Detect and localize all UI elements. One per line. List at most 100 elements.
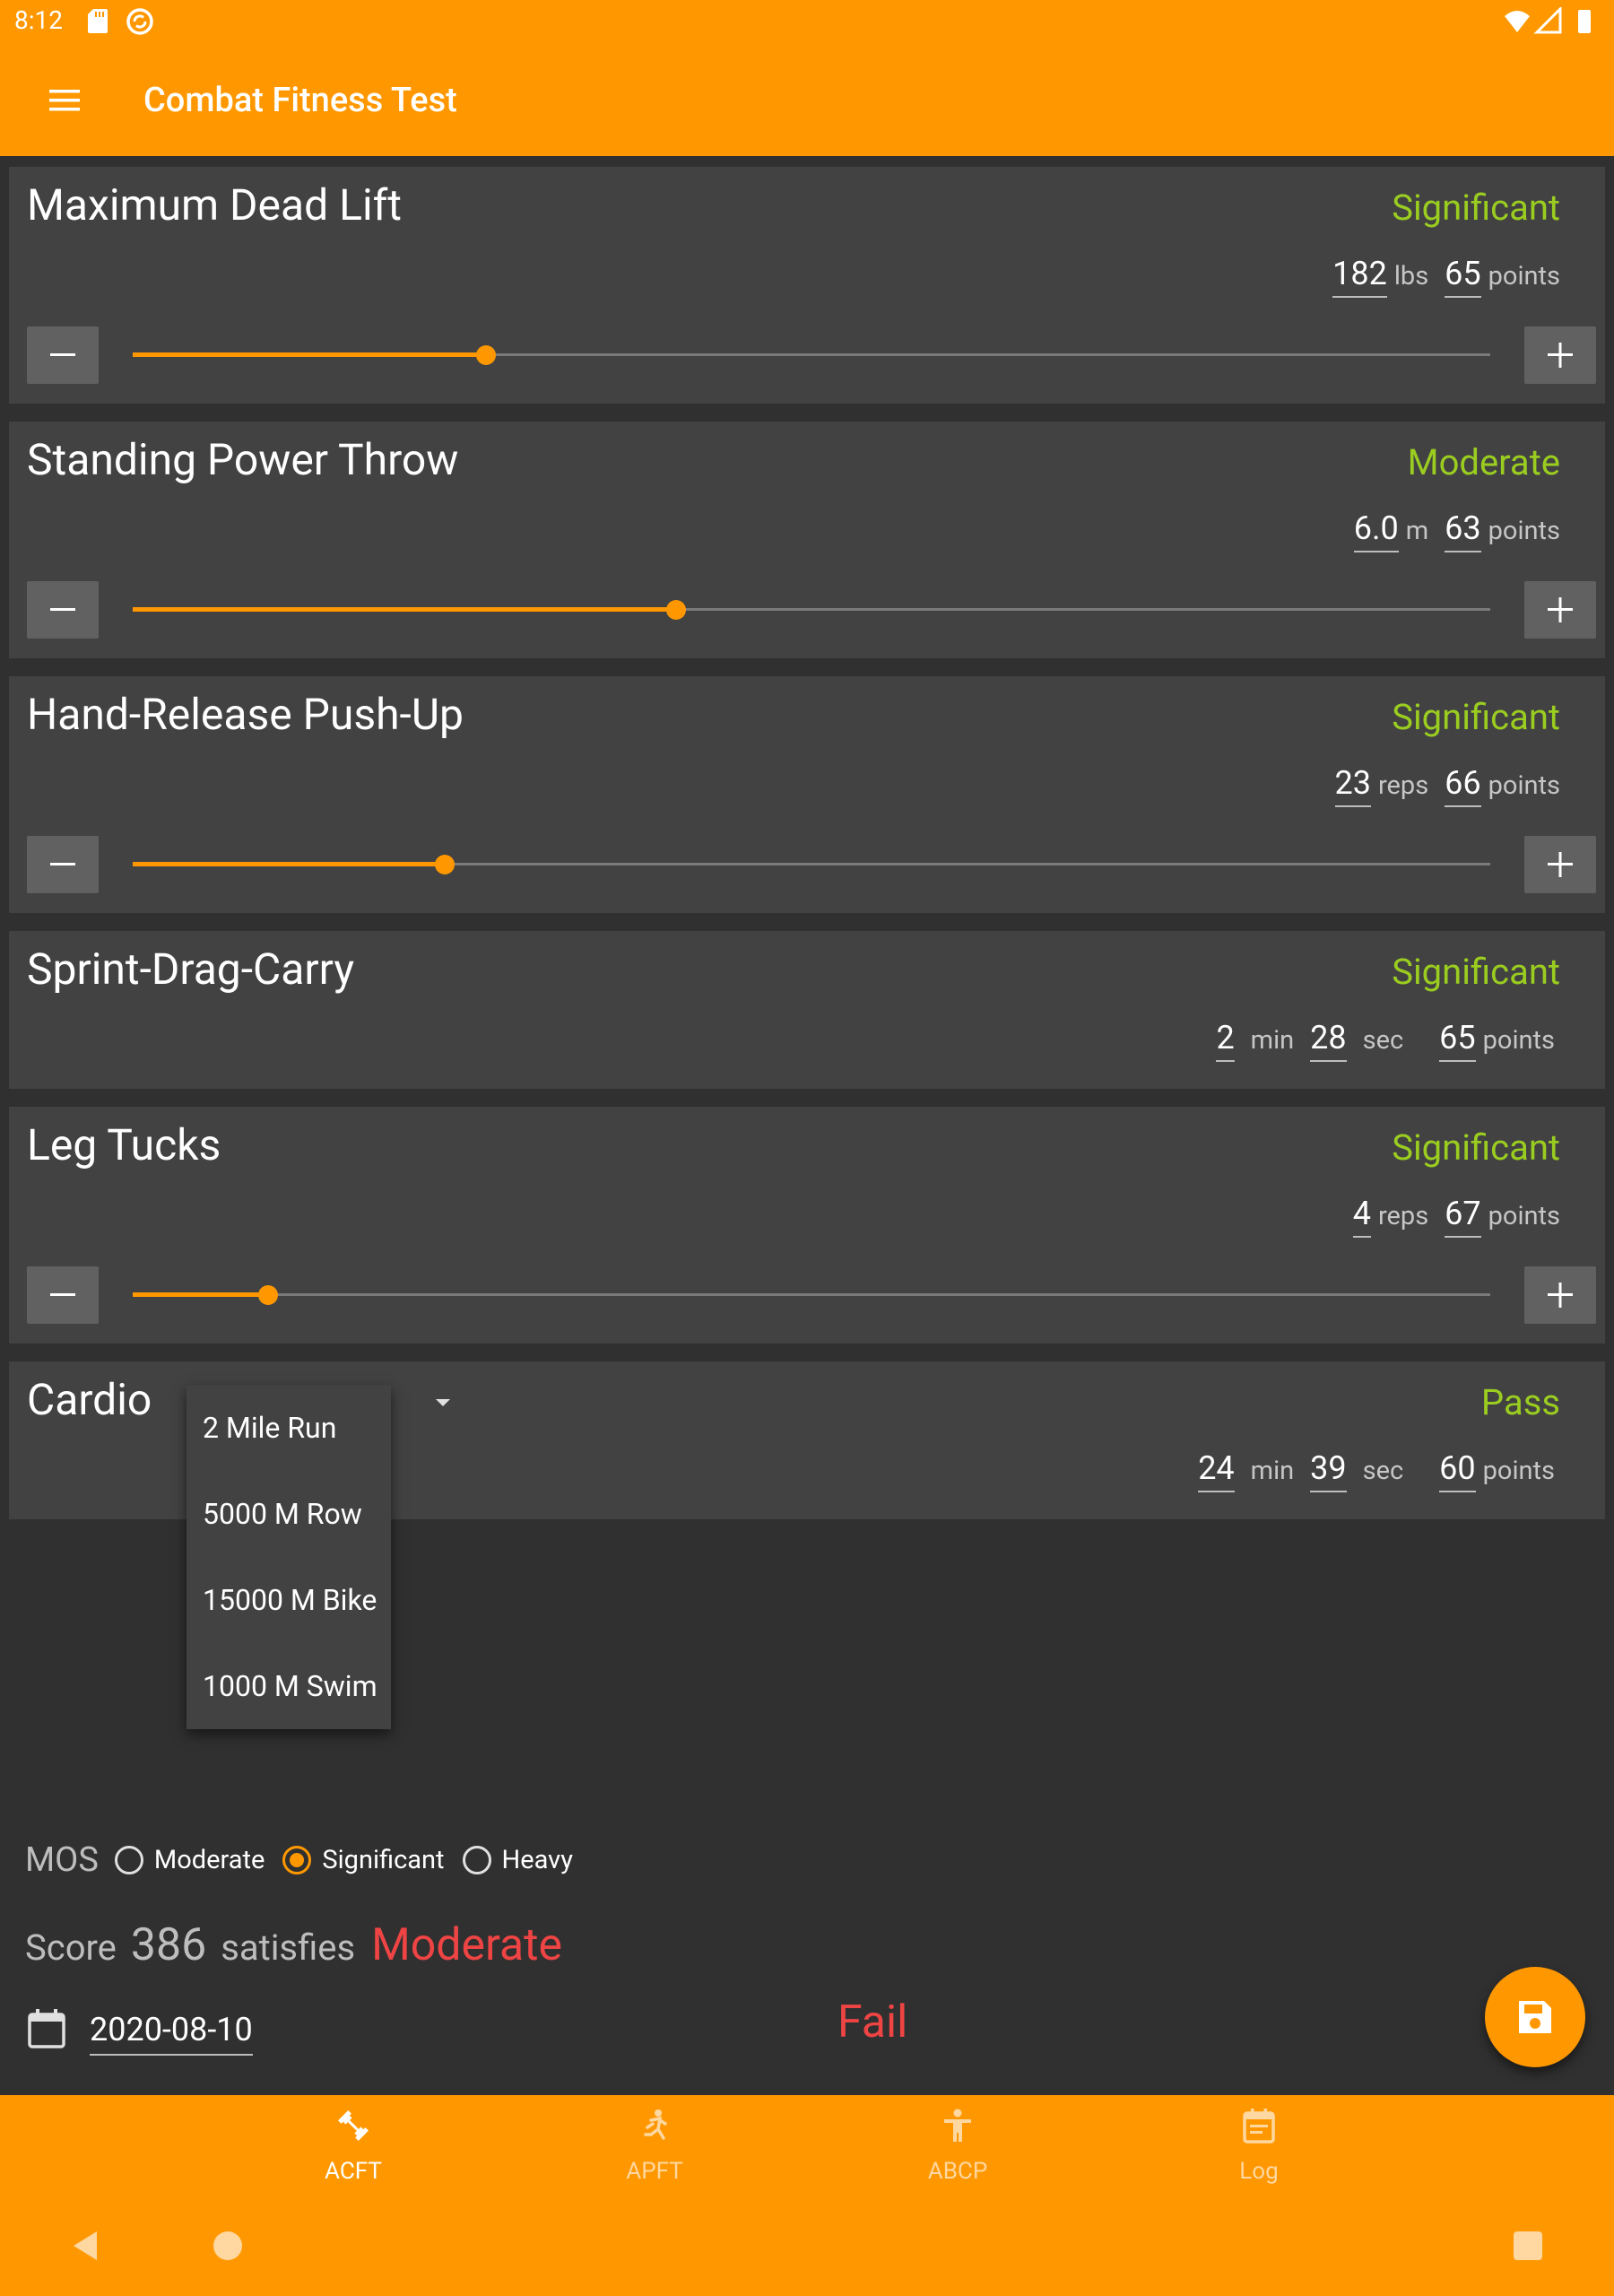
score-summary: Score 386 satisfies Moderate (25, 1919, 562, 1971)
points-input[interactable]: 65 (1445, 255, 1481, 298)
event-title: Cardio (27, 1374, 152, 1425)
plus-icon (1548, 1283, 1573, 1308)
decrement-button[interactable] (27, 836, 99, 893)
raw-value-input[interactable]: 23 (1334, 764, 1371, 807)
points-label: points (1482, 1025, 1555, 1056)
score-slider[interactable] (133, 1275, 1490, 1315)
plus-icon (1548, 852, 1573, 877)
increment-button[interactable] (1524, 326, 1596, 384)
save-fab-button[interactable] (1485, 1967, 1585, 2067)
recent-apps-icon[interactable] (1514, 2231, 1542, 2260)
leg-tucks-card: Leg Tucks Significant 4 reps 67 points (9, 1107, 1605, 1344)
increment-button[interactable] (1524, 836, 1596, 893)
sync-icon (126, 8, 153, 35)
event-title: Leg Tucks (27, 1119, 221, 1170)
points-label: points (1488, 770, 1560, 801)
points-label: points (1488, 516, 1560, 546)
radio-label-significant[interactable]: Significant (322, 1845, 444, 1875)
radio-moderate[interactable] (114, 1846, 143, 1874)
slider-thumb[interactable] (435, 855, 456, 874)
status-bar: 8:12 (0, 0, 1614, 45)
unit-label: lbs (1393, 261, 1429, 291)
points-input[interactable]: 66 (1445, 764, 1481, 807)
total-score: 386 (130, 1919, 207, 1971)
slider-track (133, 1293, 1490, 1296)
save-icon (1519, 2001, 1551, 2033)
seconds-input[interactable]: 39 (1310, 1449, 1347, 1492)
decrement-button[interactable] (27, 1266, 99, 1324)
points-label: points (1488, 261, 1560, 291)
event-values: 6.0 m 63 points (1353, 509, 1560, 552)
minutes-label: min (1250, 1456, 1295, 1486)
nav-tab-acft[interactable]: ACFT (255, 2095, 452, 2196)
status-time: 8:12 (14, 5, 63, 35)
points-input[interactable]: 65 (1439, 1019, 1476, 1062)
score-slider[interactable] (133, 335, 1490, 375)
bottom-navigation: ACFT APFT ABCP Log (0, 2095, 1614, 2196)
decrement-button[interactable] (27, 581, 99, 639)
mos-label: MOS (25, 1840, 99, 1880)
nav-label-log: Log (1239, 2158, 1279, 2185)
raw-value-input[interactable]: 4 (1352, 1195, 1371, 1238)
calendar-log-icon (1243, 2109, 1275, 2144)
home-icon[interactable] (213, 2231, 242, 2260)
menu-icon[interactable] (47, 83, 82, 118)
nav-tab-log[interactable]: Log (1160, 2095, 1358, 2196)
decrement-button[interactable] (27, 326, 99, 384)
event-title: Maximum Dead Lift (27, 179, 403, 230)
slider-thumb[interactable] (665, 600, 686, 620)
slider-thumb[interactable] (258, 1285, 279, 1305)
event-values: 4 reps 67 points (1352, 1195, 1560, 1238)
points-label: points (1482, 1456, 1555, 1486)
calendar-icon[interactable] (25, 2007, 68, 2050)
power-throw-card: Standing Power Throw Moderate 6.0 m 63 p… (9, 422, 1605, 658)
overall-result: Fail (837, 1996, 908, 2048)
minutes-input[interactable]: 2 (1216, 1019, 1235, 1062)
date-field[interactable]: 2020-08-10 (90, 2011, 253, 2056)
slider-fill (133, 352, 486, 357)
nav-tab-abcp[interactable]: ABCP (859, 2095, 1056, 2196)
raw-value-input[interactable]: 6.0 (1353, 509, 1399, 552)
signal-icon (1533, 7, 1562, 34)
back-icon[interactable] (70, 2230, 100, 2262)
battery-icon (1578, 10, 1591, 33)
dropdown-option-2-mile-run[interactable]: 2 Mile Run (187, 1385, 391, 1471)
score-result: Moderate (371, 1919, 563, 1971)
points-input[interactable]: 63 (1445, 509, 1481, 552)
sprint-drag-carry-card: Sprint-Drag-Carry Significant 2 min 28 s… (9, 931, 1605, 1089)
event-title: Standing Power Throw (27, 434, 459, 485)
minutes-input[interactable]: 24 (1198, 1449, 1235, 1492)
nav-label-abcp: ABCP (927, 2158, 988, 2185)
points-input[interactable]: 67 (1445, 1195, 1481, 1238)
radio-label-moderate[interactable]: Moderate (154, 1845, 265, 1875)
event-time-values: 24 min 39 sec 60 points (1198, 1449, 1555, 1492)
slider-thumb[interactable] (475, 345, 496, 365)
slider-fill (133, 607, 676, 612)
minus-icon (50, 1293, 75, 1296)
slider-fill (133, 862, 446, 866)
seconds-label: sec (1362, 1025, 1404, 1056)
event-status: Pass (1480, 1381, 1560, 1423)
dropdown-option-15000-m-bike[interactable]: 15000 M Bike (187, 1557, 391, 1643)
dropdown-option-5000-m-row[interactable]: 5000 M Row (187, 1471, 391, 1557)
score-slider[interactable] (133, 590, 1490, 630)
event-status: Significant (1392, 951, 1560, 993)
raw-value-input[interactable]: 182 (1332, 255, 1387, 298)
radio-label-heavy[interactable]: Heavy (502, 1845, 573, 1875)
event-title: Sprint-Drag-Carry (27, 944, 355, 995)
radio-significant[interactable] (282, 1846, 312, 1874)
dropdown-arrow-icon[interactable] (430, 1394, 456, 1412)
nav-tab-apft[interactable]: APFT (556, 2095, 753, 2196)
event-status: Significant (1392, 1126, 1560, 1169)
plus-icon (1548, 343, 1573, 368)
increment-button[interactable] (1524, 581, 1596, 639)
seconds-input[interactable]: 28 (1310, 1019, 1347, 1062)
radio-heavy[interactable] (462, 1846, 491, 1874)
score-label: Score (25, 1926, 117, 1969)
minus-icon (50, 608, 75, 611)
increment-button[interactable] (1524, 1266, 1596, 1324)
score-slider[interactable] (133, 845, 1490, 884)
deadlift-card: Maximum Dead Lift Significant 182 lbs 65… (9, 167, 1605, 404)
points-input[interactable]: 60 (1439, 1449, 1476, 1492)
dropdown-option-1000-m-swim[interactable]: 1000 M Swim (187, 1643, 391, 1729)
